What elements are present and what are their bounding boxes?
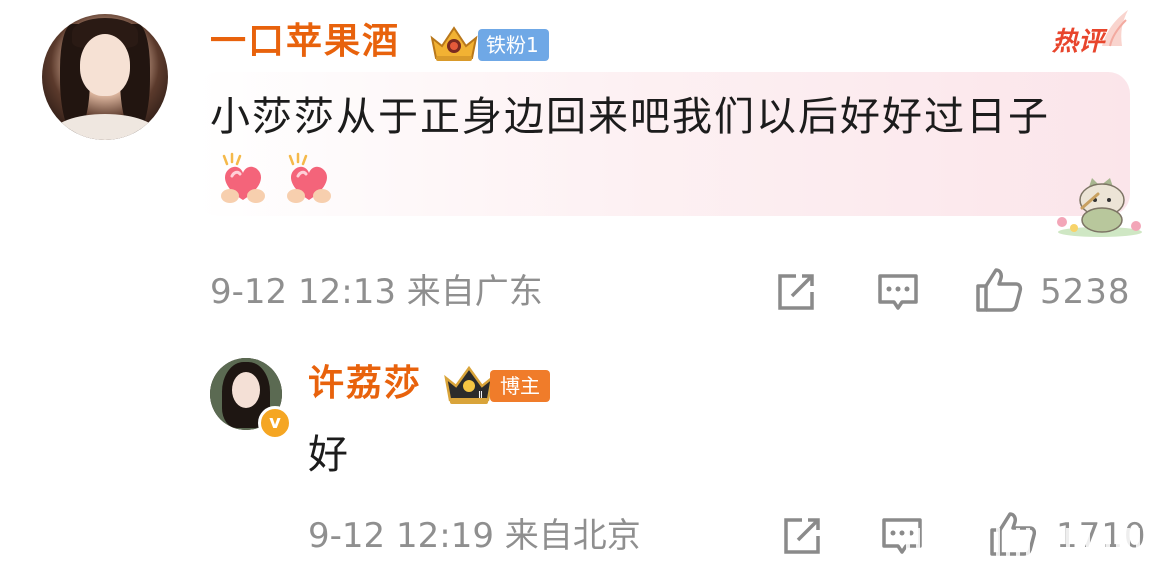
svg-text:Ⅱ: Ⅱ [478,390,483,401]
share-icon[interactable] [780,514,824,558]
hot-comment-tag: 热评 [1052,27,1105,57]
comment-icon[interactable] [876,270,920,314]
comment-text[interactable]: 小莎莎从于正身边回来吧我们以后好好过日子 [210,90,1050,144]
commenter-avatar[interactable] [42,14,168,140]
reply-text[interactable]: 好 [308,428,348,482]
reply-meta: 9-12 12:19 来自北京 [308,516,641,556]
blogger-crown-icon: Ⅱ [444,365,494,404]
watermark-overlay [900,528,1150,564]
share-icon[interactable] [774,270,818,314]
heart-hands-emoji-icon [221,152,265,203]
fan-crown-icon [430,26,478,61]
blogger-role-badge: 博主 [490,370,550,402]
cat-sticker-icon [1057,178,1142,237]
replier-username[interactable]: 许荔莎 [308,362,422,406]
thumbs-up-icon[interactable] [974,266,1024,314]
heart-hands-emoji-icon [287,152,331,203]
verified-badge-icon: v [258,406,292,440]
fan-level-badge: 铁粉1 [478,29,549,61]
like-count: 5238 [1040,272,1131,312]
commenter-username[interactable]: 一口苹果酒 [210,20,400,64]
comment-meta: 9-12 12:13 来自广东 [210,272,543,312]
